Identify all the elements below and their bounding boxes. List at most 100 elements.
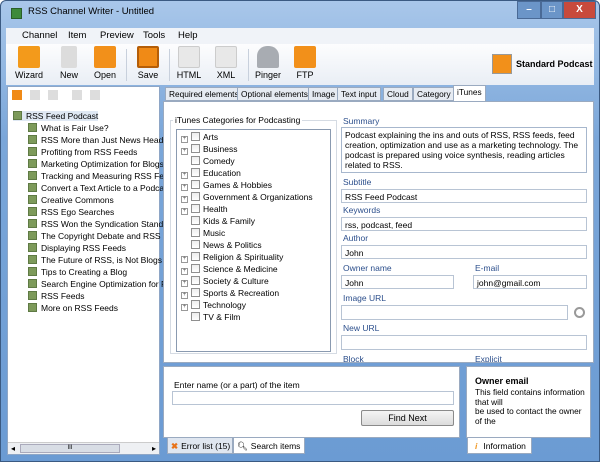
category-checkbox[interactable] bbox=[191, 228, 200, 237]
tree-item[interactable]: RSS Ego Searches bbox=[28, 207, 114, 217]
information-label: Information bbox=[483, 441, 526, 451]
wizard-button[interactable]: Wizard bbox=[12, 46, 46, 80]
copy-item-icon[interactable] bbox=[30, 90, 40, 100]
tab-itunes[interactable]: iTunes bbox=[453, 85, 486, 102]
category-label: Society & Culture bbox=[203, 276, 269, 286]
tree-item[interactable]: More on RSS Feeds bbox=[28, 303, 118, 313]
menu-help[interactable]: Help bbox=[178, 30, 198, 41]
expand-icon[interactable]: + bbox=[181, 148, 188, 155]
move-down-icon[interactable] bbox=[90, 90, 100, 100]
save-icon bbox=[137, 46, 159, 68]
menu-preview[interactable]: Preview bbox=[100, 30, 134, 41]
tree-item[interactable]: Convert a Text Article to a Podca bbox=[28, 183, 164, 193]
category-checkbox[interactable] bbox=[191, 240, 200, 249]
tree-item[interactable]: The Future of RSS, is Not Blogs bbox=[28, 255, 162, 265]
tree-item[interactable]: Tips to Creating a Blog bbox=[28, 267, 127, 277]
owner-name-field[interactable]: John bbox=[341, 275, 454, 289]
tree-item[interactable]: RSS More than Just News Headli bbox=[28, 135, 167, 145]
xml-button[interactable]: XML bbox=[209, 46, 243, 80]
find-next-button[interactable]: Find Next bbox=[361, 410, 454, 426]
move-up-icon[interactable] bbox=[72, 90, 82, 100]
category-checkbox[interactable] bbox=[191, 252, 200, 261]
minimize-button[interactable]: – bbox=[517, 1, 541, 19]
menu-bar: Channel Item Preview Tools Help bbox=[6, 28, 594, 44]
item-icon bbox=[28, 231, 37, 240]
subtitle-field[interactable]: RSS Feed Podcast bbox=[341, 189, 587, 203]
category-checkbox[interactable] bbox=[191, 276, 200, 285]
tab-search-items[interactable]: 🔍︎ Search items bbox=[233, 437, 305, 454]
search-input[interactable] bbox=[172, 391, 454, 405]
podcast-type-label: Standard Podcast bbox=[516, 59, 593, 69]
tree-item[interactable]: RSS Won the Syndication Stand bbox=[28, 219, 163, 229]
category-checkbox[interactable] bbox=[191, 132, 200, 141]
tab-cloud[interactable]: Cloud bbox=[383, 87, 413, 101]
keywords-label: Keywords bbox=[343, 205, 381, 215]
tree-item-label: RSS Ego Searches bbox=[41, 207, 115, 217]
link-icon[interactable] bbox=[574, 307, 585, 318]
menu-channel[interactable]: Channel bbox=[22, 30, 57, 41]
html-button[interactable]: HTML bbox=[172, 46, 206, 80]
tree-item[interactable]: Creative Commons bbox=[28, 195, 114, 205]
expand-icon[interactable]: + bbox=[181, 196, 188, 203]
tab-image[interactable]: Image bbox=[308, 87, 340, 101]
expand-icon[interactable]: + bbox=[181, 172, 188, 179]
open-button[interactable]: Open bbox=[88, 46, 122, 80]
tree-item[interactable]: Search Engine Optimization for R bbox=[28, 279, 167, 289]
scroll-left-arrow[interactable]: ◂ bbox=[11, 444, 15, 453]
save-button[interactable]: Save bbox=[131, 46, 165, 80]
expand-icon[interactable]: + bbox=[181, 136, 188, 143]
author-field[interactable]: John bbox=[341, 245, 587, 259]
tree-item[interactable]: Profiting from RSS Feeds bbox=[28, 147, 137, 157]
category-checkbox[interactable] bbox=[191, 192, 200, 201]
category-checkbox[interactable] bbox=[191, 144, 200, 153]
tab-required[interactable]: Required elements bbox=[165, 87, 243, 101]
scroll-right-arrow[interactable]: ▸ bbox=[152, 444, 156, 453]
tab-optional[interactable]: Optional elements bbox=[237, 87, 312, 101]
tree-item[interactable]: RSS Feeds bbox=[28, 291, 84, 301]
email-field[interactable]: john@gmail.com bbox=[473, 275, 587, 289]
tab-category[interactable]: Category bbox=[413, 87, 455, 101]
close-button[interactable]: X bbox=[563, 1, 596, 19]
tree-item[interactable]: What is Fair Use? bbox=[28, 123, 109, 133]
category-checkbox[interactable] bbox=[191, 180, 200, 189]
add-item-icon[interactable] bbox=[12, 90, 22, 100]
horizontal-scrollbar[interactable]: ◂ III ▸ bbox=[8, 442, 159, 454]
menu-item[interactable]: Item bbox=[68, 30, 86, 41]
menu-tools[interactable]: Tools bbox=[143, 30, 165, 41]
image-url-field[interactable] bbox=[341, 305, 568, 320]
category-checkbox[interactable] bbox=[191, 312, 200, 321]
expand-icon[interactable]: + bbox=[181, 208, 188, 215]
expand-icon[interactable]: + bbox=[181, 292, 188, 299]
category-checkbox[interactable] bbox=[191, 168, 200, 177]
tree-item[interactable]: The Copyright Debate and RSS bbox=[28, 231, 161, 241]
category-checkbox[interactable] bbox=[191, 264, 200, 273]
category-item: + Science & Medicine bbox=[181, 264, 278, 275]
category-checkbox[interactable] bbox=[191, 216, 200, 225]
new-button[interactable]: New bbox=[52, 46, 86, 80]
scroll-thumb[interactable]: III bbox=[20, 444, 120, 453]
ftp-button[interactable]: FTP bbox=[288, 46, 322, 80]
expand-icon[interactable]: + bbox=[181, 268, 188, 275]
tab-information[interactable]: i Information bbox=[467, 437, 532, 454]
pinger-button[interactable]: Pinger bbox=[251, 46, 285, 80]
category-checkbox[interactable] bbox=[191, 300, 200, 309]
tree-item[interactable]: Displaying RSS Feeds bbox=[28, 243, 126, 253]
delete-item-icon[interactable] bbox=[48, 90, 58, 100]
category-checkbox[interactable] bbox=[191, 204, 200, 213]
tree-root[interactable]: RSS Feed Podcast bbox=[13, 111, 99, 121]
category-checkbox[interactable] bbox=[191, 156, 200, 165]
summary-field[interactable]: Podcast explaining the ins and outs of R… bbox=[341, 127, 587, 173]
expand-icon[interactable]: + bbox=[181, 304, 188, 311]
expand-icon[interactable]: + bbox=[181, 184, 188, 191]
tab-error-list[interactable]: ✖ Error list (15) bbox=[167, 437, 233, 454]
keywords-field[interactable]: rss, podcast, feed bbox=[341, 217, 587, 231]
tree-item[interactable]: Tracking and Measuring RSS Fee bbox=[28, 171, 169, 181]
expand-icon[interactable]: + bbox=[181, 256, 188, 263]
category-checkbox[interactable] bbox=[191, 288, 200, 297]
tab-text-input[interactable]: Text input bbox=[337, 87, 381, 101]
maximize-button[interactable]: □ bbox=[541, 1, 563, 19]
new-url-field[interactable] bbox=[341, 335, 587, 350]
expand-icon[interactable]: + bbox=[181, 280, 188, 287]
tree-item[interactable]: Marketing Optimization for Blogs bbox=[28, 159, 164, 169]
info-icon: i bbox=[475, 441, 478, 451]
